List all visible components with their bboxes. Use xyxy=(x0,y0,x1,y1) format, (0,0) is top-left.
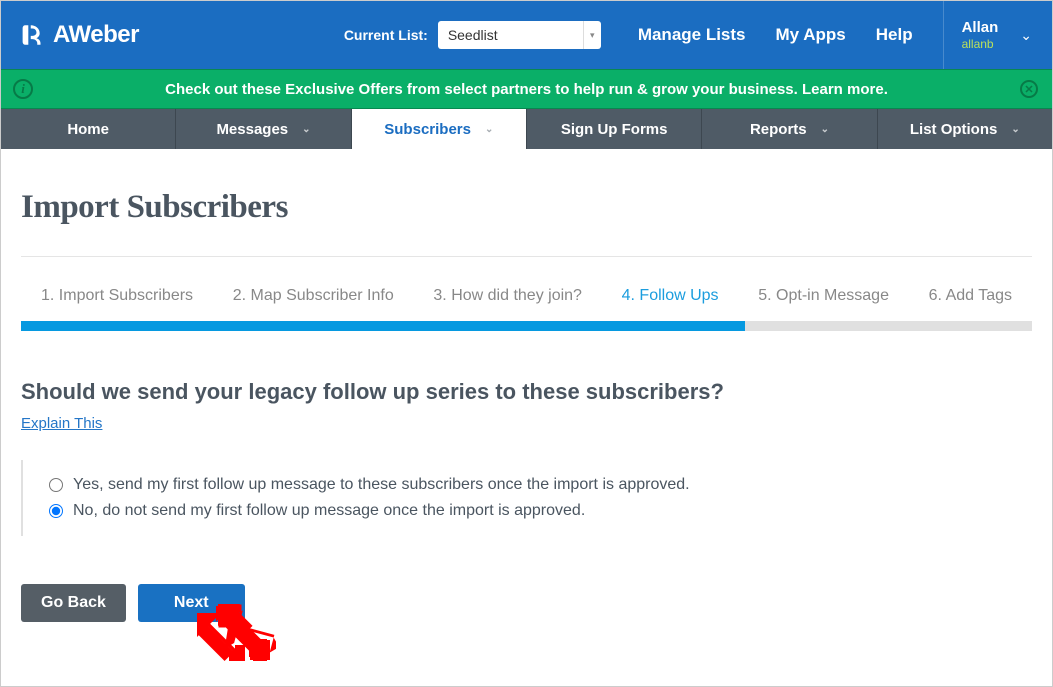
radio-yes[interactable] xyxy=(49,478,63,492)
top-links: Manage Lists My Apps Help Allan allanb ⌄ xyxy=(623,1,1032,69)
go-back-button[interactable]: Go Back xyxy=(21,584,126,622)
learn-more-link[interactable]: Learn more xyxy=(802,81,884,98)
step-5[interactable]: 5. Opt-in Message xyxy=(758,287,889,305)
chevron-down-icon: ⌄ xyxy=(821,124,829,135)
step-6[interactable]: 6. Add Tags xyxy=(929,287,1012,305)
top-bar: AWeber Current List: ▾ Manage Lists My A… xyxy=(1,1,1052,69)
main-content: Import Subscribers 1. Import Subscribers… xyxy=(1,149,1052,642)
my-apps-link[interactable]: My Apps xyxy=(776,25,846,45)
user-names: Allan allanb xyxy=(962,19,999,51)
radio-options: Yes, send my first follow up message to … xyxy=(21,460,1032,536)
nav-home[interactable]: Home xyxy=(1,109,176,149)
explain-this-link[interactable]: Explain This xyxy=(21,415,102,432)
button-row: Go Back Next xyxy=(21,584,1032,622)
progress-bar xyxy=(21,321,1032,331)
main-nav: Home Messages⌄ Subscribers⌄ Sign Up Form… xyxy=(1,109,1052,149)
next-button[interactable]: Next xyxy=(138,584,245,622)
current-list-label: Current List: xyxy=(344,27,428,43)
brand-logo[interactable]: AWeber xyxy=(21,21,139,49)
nav-signup-forms[interactable]: Sign Up Forms xyxy=(527,109,702,149)
nav-subscribers[interactable]: Subscribers⌄ xyxy=(352,109,527,149)
nav-messages[interactable]: Messages⌄ xyxy=(176,109,351,149)
divider xyxy=(21,256,1032,257)
option-yes[interactable]: Yes, send my first follow up message to … xyxy=(49,476,1032,494)
exclusive-offers-link[interactable]: Exclusive Offers xyxy=(285,81,403,98)
step-1[interactable]: 1. Import Subscribers xyxy=(41,287,193,305)
radio-no[interactable] xyxy=(49,504,63,518)
user-display-name: Allan xyxy=(962,19,999,37)
brand-name: AWeber xyxy=(53,21,139,49)
chevron-down-icon: ⌄ xyxy=(302,124,310,135)
banner-text: Check out these Exclusive Offers from se… xyxy=(165,81,888,98)
aweber-icon xyxy=(21,22,47,48)
page-title: Import Subscribers xyxy=(21,189,1032,226)
current-list-selector: Current List: ▾ xyxy=(344,21,601,49)
nav-reports[interactable]: Reports⌄ xyxy=(702,109,877,149)
option-no[interactable]: No, do not send my first follow up messa… xyxy=(49,502,1032,520)
chevron-down-icon: ⌄ xyxy=(1020,27,1032,44)
list-dropdown[interactable]: ▾ xyxy=(438,21,601,49)
nav-list-options[interactable]: List Options⌄ xyxy=(878,109,1052,149)
user-account: allanb xyxy=(962,37,999,51)
manage-lists-link[interactable]: Manage Lists xyxy=(638,25,746,45)
chevron-down-icon: ⌄ xyxy=(1011,124,1019,135)
chevron-down-icon: ⌄ xyxy=(485,124,493,135)
list-input[interactable] xyxy=(438,23,583,47)
wizard-steps: 1. Import Subscribers 2. Map Subscriber … xyxy=(21,287,1032,305)
close-icon[interactable]: ✕ xyxy=(1020,80,1038,98)
question-heading: Should we send your legacy follow up ser… xyxy=(21,379,1032,405)
info-icon: i xyxy=(13,79,33,99)
progress-fill xyxy=(21,321,745,331)
step-4[interactable]: 4. Follow Ups xyxy=(622,287,719,305)
help-link[interactable]: Help xyxy=(876,25,913,45)
step-3[interactable]: 3. How did they join? xyxy=(433,287,582,305)
promo-banner: i Check out these Exclusive Offers from … xyxy=(1,69,1052,109)
user-menu[interactable]: Allan allanb ⌄ xyxy=(943,1,1032,69)
step-2[interactable]: 2. Map Subscriber Info xyxy=(233,287,394,305)
caret-down-icon[interactable]: ▾ xyxy=(583,21,601,49)
